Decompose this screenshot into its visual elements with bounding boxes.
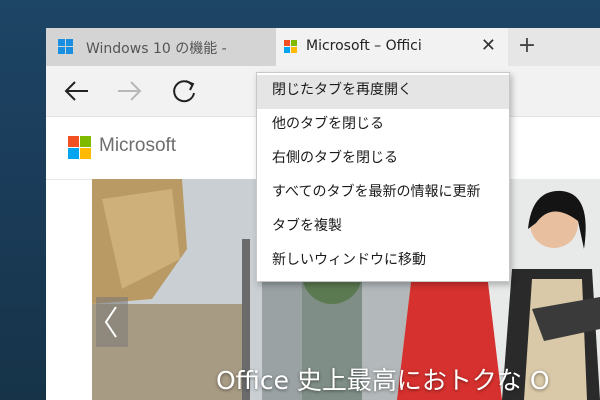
- tab-microsoft-office[interactable]: Microsoft – Offici ✕: [276, 28, 508, 66]
- menu-item-refresh-all-tabs[interactable]: すべてのタブを最新の情報に更新: [257, 177, 509, 211]
- tab-title: Microsoft – Offici: [306, 38, 422, 54]
- menu-item-close-tabs-to-right[interactable]: 右側のタブを閉じる: [257, 143, 509, 177]
- microsoft-logo-icon: [284, 40, 298, 54]
- microsoft-logo-icon[interactable]: [68, 136, 92, 160]
- brand-name[interactable]: Microsoft: [99, 135, 176, 157]
- browser-window: Windows 10 の機能 - Microsoft – Offici ✕ +: [46, 28, 600, 400]
- windows-logo-icon: [58, 39, 74, 55]
- forward-arrow-icon[interactable]: [114, 76, 146, 106]
- close-tab-icon[interactable]: ✕: [481, 36, 496, 56]
- tab-title: Windows 10 の機能 -: [86, 41, 227, 57]
- tab-windows10-features[interactable]: Windows 10 の機能 -: [46, 28, 276, 66]
- desktop-background: Windows 10 の機能 - Microsoft – Offici ✕ +: [0, 0, 600, 400]
- refresh-icon[interactable]: [169, 76, 201, 106]
- new-tab-button[interactable]: +: [514, 34, 540, 60]
- tab-context-menu: 閉じたタブを再度開く 他のタブを閉じる 右側のタブを閉じる すべてのタブを最新の…: [256, 72, 510, 282]
- chevron-left-icon: [104, 306, 117, 338]
- menu-item-reopen-closed-tab[interactable]: 閉じたタブを再度開く: [257, 75, 509, 109]
- back-arrow-icon[interactable]: [60, 76, 92, 106]
- hero-prev-button[interactable]: [96, 297, 128, 347]
- hero-caption: Office 史上最高におトクな O: [216, 366, 550, 395]
- menu-item-close-other-tabs[interactable]: 他のタブを閉じる: [257, 109, 509, 143]
- tab-strip: Windows 10 の機能 - Microsoft – Offici ✕ +: [46, 28, 600, 66]
- menu-item-move-to-new-window[interactable]: 新しいウィンドウに移動: [257, 245, 509, 279]
- menu-item-duplicate-tab[interactable]: タブを複製: [257, 211, 509, 245]
